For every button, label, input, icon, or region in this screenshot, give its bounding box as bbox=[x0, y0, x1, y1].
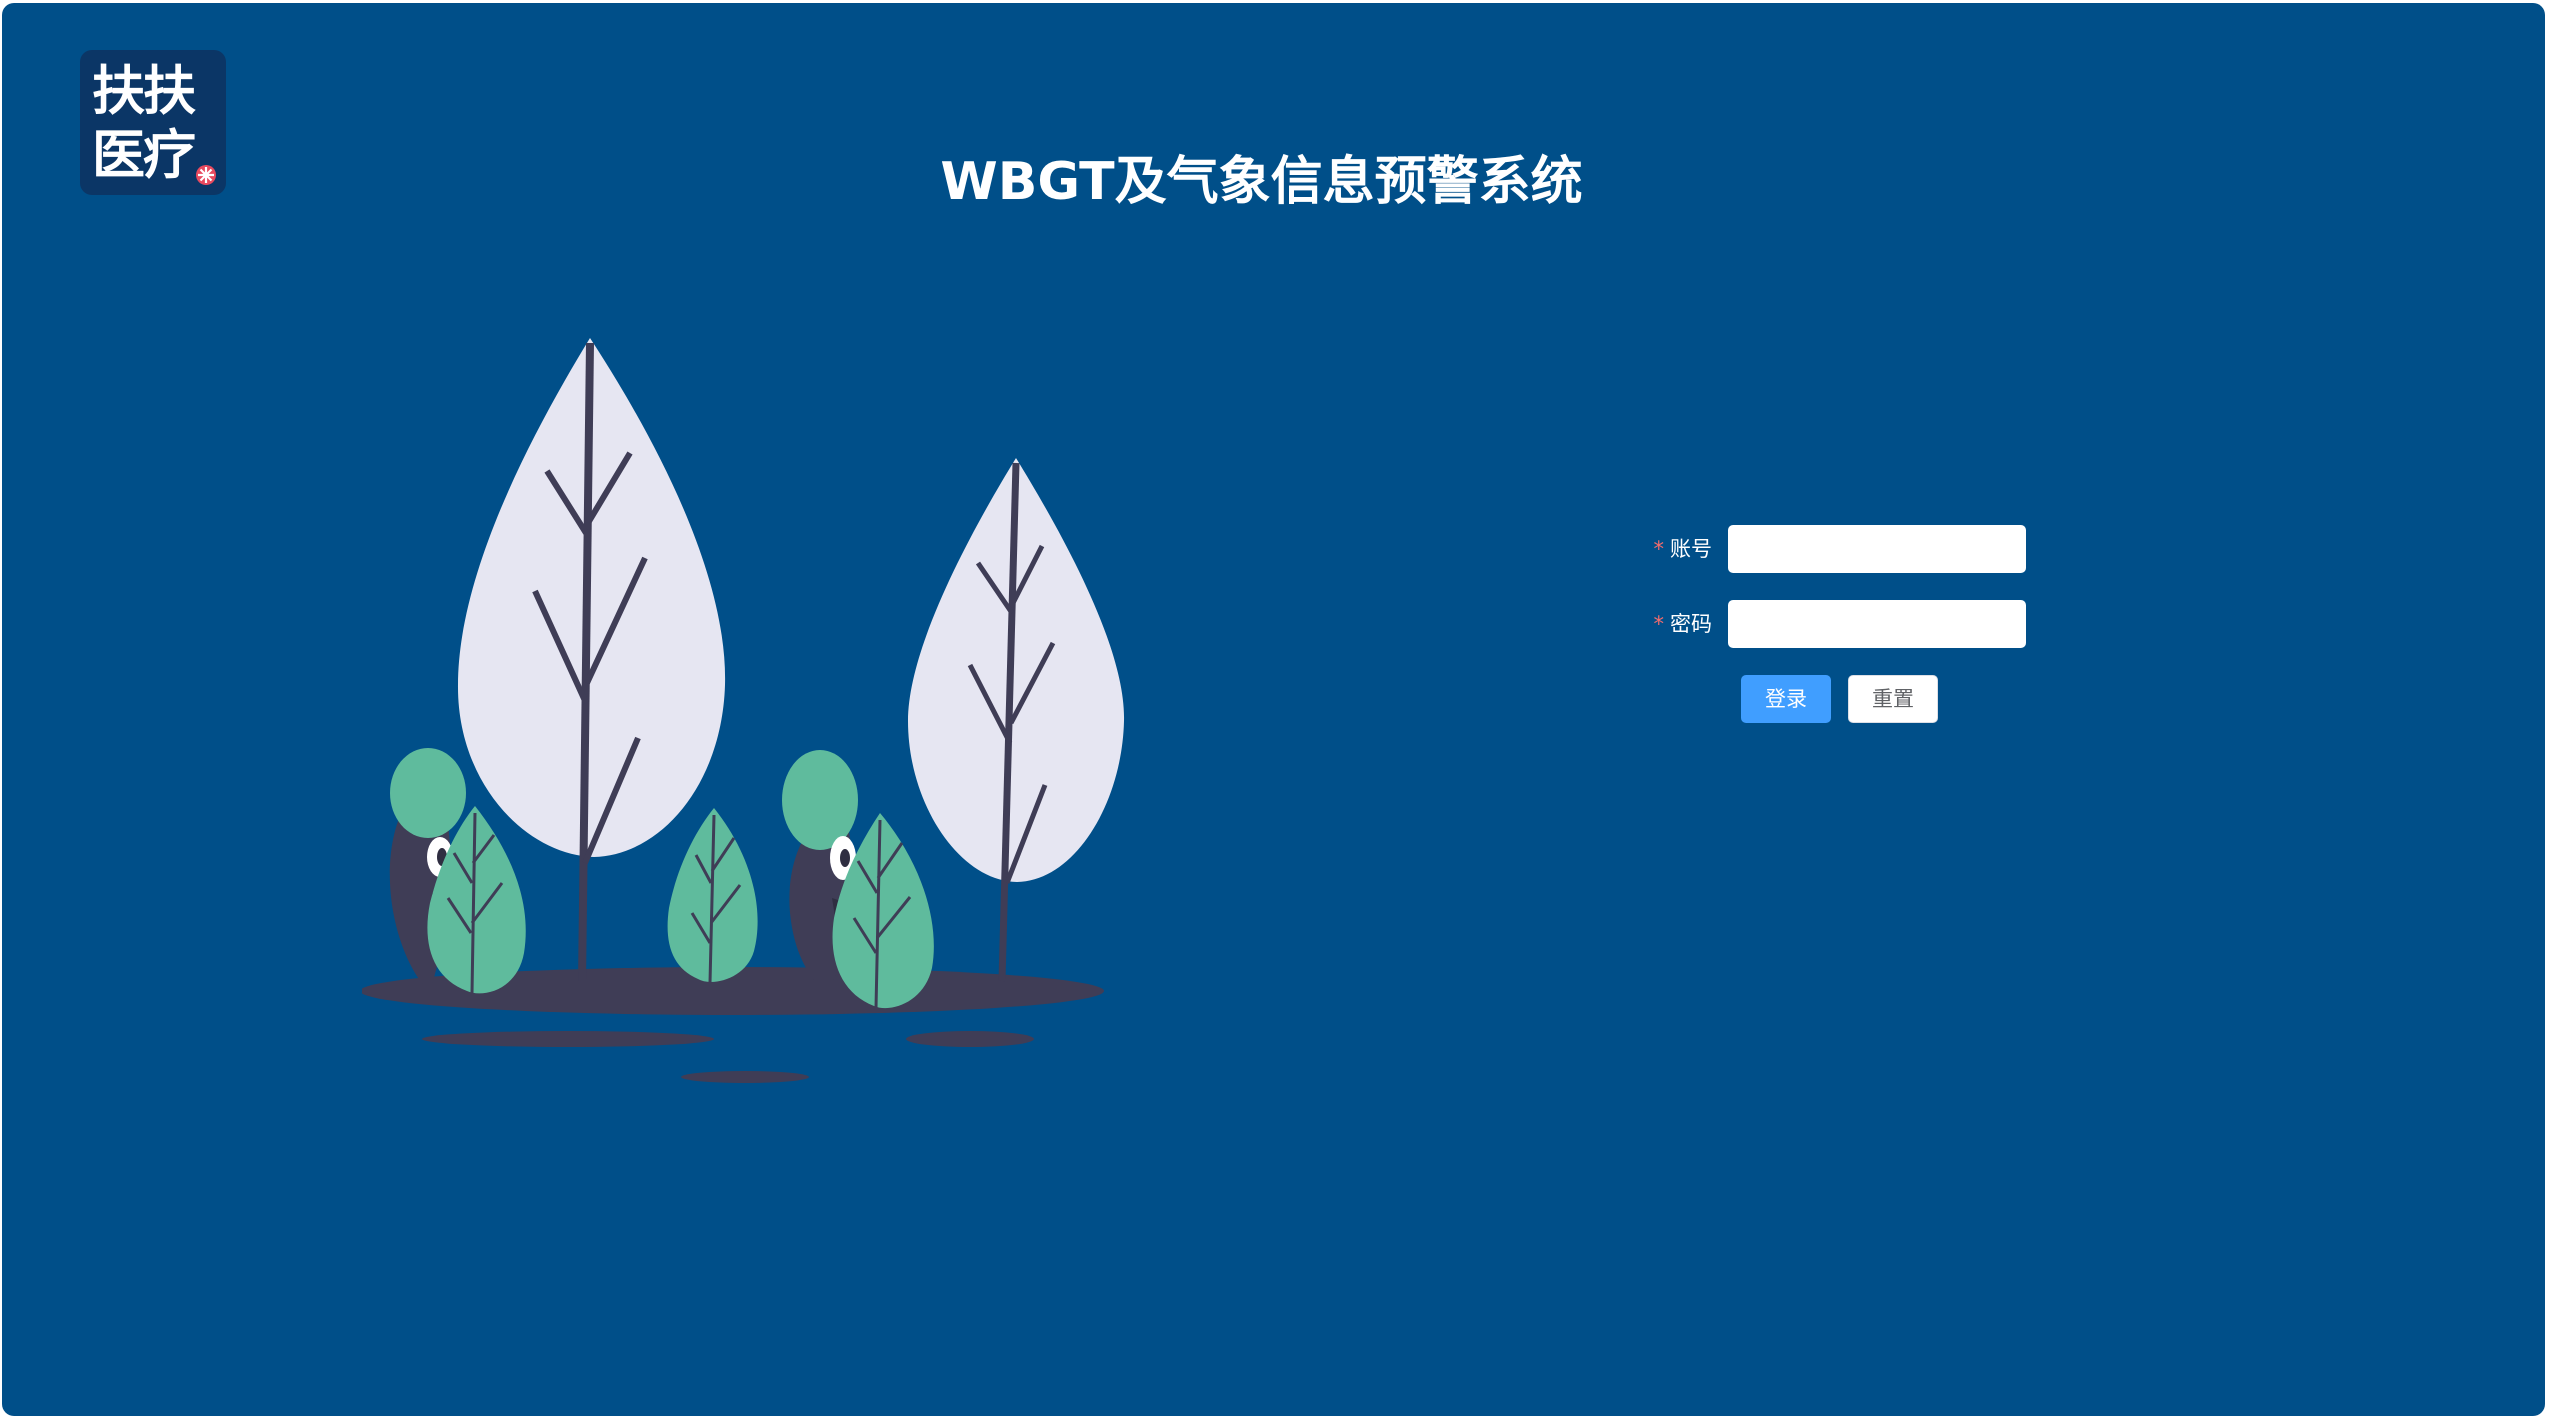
ground-shadow-small bbox=[906, 1031, 1034, 1047]
ground-shadow-small bbox=[681, 1071, 809, 1083]
bird-head-leaf bbox=[782, 750, 858, 850]
account-label: * 账号 bbox=[1654, 523, 1713, 575]
login-button[interactable]: 登录 bbox=[1741, 675, 1831, 723]
account-input[interactable] bbox=[1728, 525, 2026, 573]
password-row: * 密码 bbox=[1622, 598, 2042, 650]
bird-head-leaf bbox=[390, 748, 466, 838]
bird-pupil bbox=[840, 849, 850, 867]
required-mark: * bbox=[1653, 537, 1665, 561]
account-label-text: 账号 bbox=[1670, 537, 1712, 561]
ground-shadow-small bbox=[422, 1031, 714, 1047]
password-input[interactable] bbox=[1728, 600, 2026, 648]
login-form: * 账号 * 密码 登录 重置 bbox=[1622, 523, 2042, 733]
password-label: * 密码 bbox=[1654, 598, 1713, 650]
account-row: * 账号 bbox=[1622, 523, 2042, 575]
logo-text-line1: 扶扶 bbox=[92, 61, 196, 122]
required-mark: * bbox=[1653, 612, 1665, 636]
password-label-text: 密码 bbox=[1670, 612, 1712, 636]
page-title: WBGT及气象信息预警系统 bbox=[2, 147, 2545, 217]
app-window: 扶扶 医疗 WBGT及气象信息预警系统 * 账号 * 密码 登录 重置 bbox=[2, 3, 2545, 1416]
reset-button[interactable]: 重置 bbox=[1848, 675, 1938, 723]
page-title-text: WBGT及气象信息预警系统 bbox=[940, 152, 1583, 212]
trees-illustration bbox=[362, 338, 1125, 1083]
